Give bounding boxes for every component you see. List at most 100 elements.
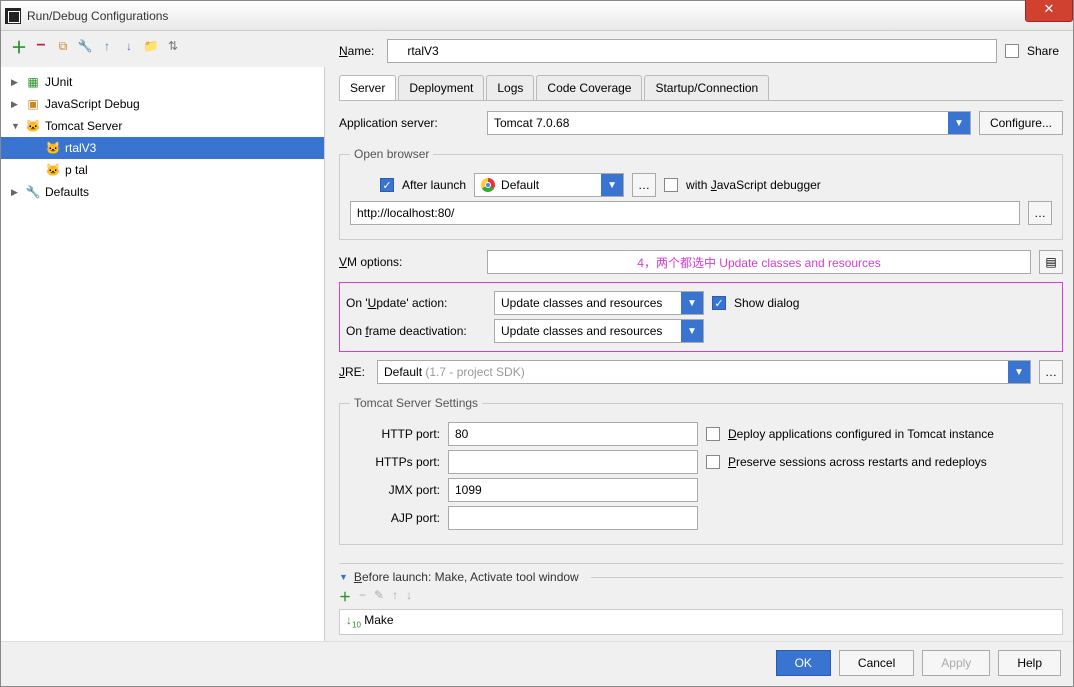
name-field[interactable]: [387, 39, 997, 63]
name-label: Name:: [339, 44, 379, 58]
run-debug-config-dialog: Run/Debug Configurations ✕ ＋ − ⧉ 🔧 ↑ ↓ 📁…: [0, 0, 1074, 687]
browser-select[interactable]: Default ▼: [474, 173, 624, 197]
tomcat-icon: 🐱: [25, 118, 41, 134]
tree-item-portal[interactable]: 🐱p tal: [1, 159, 324, 181]
browser-more-button[interactable]: …: [632, 173, 656, 197]
on-update-select[interactable]: Update classes and resources ▼: [494, 291, 704, 315]
share-label: Share: [1027, 44, 1059, 58]
url-field[interactable]: [350, 201, 1020, 225]
vm-options-label: VM options:: [339, 255, 479, 269]
tab-startup[interactable]: Startup/Connection: [644, 75, 769, 100]
tab-codecoverage[interactable]: Code Coverage: [536, 75, 642, 100]
open-browser-legend: Open browser: [350, 147, 433, 161]
move-down-icon[interactable]: ↓: [121, 38, 137, 54]
config-tree: ▶▦JUnit ▶▣JavaScript Debug ▼🐱Tomcat Serv…: [1, 67, 325, 641]
tomcat-settings-legend: Tomcat Server Settings: [350, 396, 482, 410]
app-server-select[interactable]: Tomcat 7.0.68 ▼: [487, 111, 971, 135]
app-server-label: Application server:: [339, 116, 479, 130]
share-checkbox[interactable]: [1005, 44, 1019, 58]
with-js-checkbox[interactable]: [664, 178, 678, 192]
jre-label: JRE:: [339, 365, 369, 379]
jsdebug-icon: ▣: [25, 96, 41, 112]
vm-options-field[interactable]: 4，两个都选中 Update classes and resources: [487, 250, 1031, 274]
jre-browse-button[interactable]: …: [1039, 360, 1063, 384]
before-launch-list[interactable]: ↓10 Make: [339, 609, 1063, 635]
tree-item-jsdebug[interactable]: ▶▣JavaScript Debug: [1, 93, 324, 115]
tree-item-defaults[interactable]: ▶🔧Defaults: [1, 181, 324, 203]
preserve-label: Preserve sessions across restarts and re…: [728, 455, 987, 469]
dropdown-arrow-icon[interactable]: ▼: [601, 174, 623, 196]
tomcat-settings-group: Tomcat Server Settings HTTP port: Deploy…: [339, 396, 1063, 545]
dropdown-arrow-icon[interactable]: ▼: [681, 292, 703, 314]
move-up-icon[interactable]: ↑: [99, 38, 115, 54]
cancel-button[interactable]: Cancel: [839, 650, 914, 676]
collapse-icon[interactable]: ▼: [339, 572, 348, 582]
https-port-label: HTTPs port:: [350, 455, 440, 469]
right-panel: Server Deployment Logs Code Coverage Sta…: [325, 67, 1073, 641]
tab-deployment[interactable]: Deployment: [398, 75, 484, 100]
tab-bar: Server Deployment Logs Code Coverage Sta…: [339, 75, 1063, 101]
preserve-checkbox[interactable]: [706, 455, 720, 469]
tomcat-run-icon: 🐱: [45, 162, 61, 178]
apply-button[interactable]: Apply: [922, 650, 990, 676]
annotation-box: On 'Update' action: Update classes and r…: [339, 282, 1063, 352]
dropdown-arrow-icon[interactable]: ▼: [681, 320, 703, 342]
add-icon[interactable]: ＋: [11, 38, 27, 54]
bl-down-icon[interactable]: ↓: [406, 588, 412, 605]
with-js-label: with JavaScript debugger: [686, 178, 821, 192]
ajp-port-label: AJP port:: [350, 511, 440, 525]
before-launch-section: ▼ Before launch: Make, Activate tool win…: [339, 563, 1063, 635]
before-launch-title: Before launch: Make, Activate tool windo…: [354, 570, 579, 584]
bl-up-icon[interactable]: ↑: [392, 588, 398, 605]
app-icon: [5, 8, 21, 24]
deploy-label: Deploy applications configured in Tomcat…: [728, 427, 994, 441]
http-port-label: HTTP port:: [350, 427, 440, 441]
show-dialog-checkbox[interactable]: ✓: [712, 296, 726, 310]
url-more-button[interactable]: …: [1028, 201, 1052, 225]
wrench-icon: 🔧: [25, 184, 41, 200]
annotation-text: 4，两个都选中 Update classes and resources: [488, 254, 1030, 271]
chrome-icon: [481, 178, 495, 192]
tree-item-junit[interactable]: ▶▦JUnit: [1, 71, 324, 93]
deploy-checkbox[interactable]: [706, 427, 720, 441]
window-title: Run/Debug Configurations: [27, 9, 168, 23]
open-browser-group: Open browser ✓ After launch Default ▼: [339, 147, 1063, 240]
tab-logs[interactable]: Logs: [486, 75, 534, 100]
tab-server[interactable]: Server: [339, 75, 396, 100]
jre-select[interactable]: Default (1.7 - project SDK) ▼: [377, 360, 1031, 384]
config-toolbar: ＋ − ⧉ 🔧 ↑ ↓ 📁 ⇅: [1, 31, 325, 61]
before-launch-item: Make: [364, 613, 393, 627]
bl-add-icon[interactable]: ＋: [339, 588, 351, 605]
on-update-label: On 'Update' action:: [346, 296, 486, 310]
https-port-field[interactable]: [448, 450, 698, 474]
sort-icon[interactable]: ⇅: [165, 38, 181, 54]
vm-expand-button[interactable]: ▤: [1039, 250, 1063, 274]
make-task-icon: ↓10: [346, 613, 361, 627]
after-launch-checkbox[interactable]: ✓: [380, 178, 394, 192]
on-frame-select[interactable]: Update classes and resources ▼: [494, 319, 704, 343]
jmx-port-field[interactable]: [448, 478, 698, 502]
configure-button[interactable]: Configure...: [979, 111, 1063, 135]
junit-icon: ▦: [25, 74, 41, 90]
jmx-port-label: JMX port:: [350, 483, 440, 497]
ajp-port-field[interactable]: [448, 506, 698, 530]
help-button[interactable]: Help: [998, 650, 1061, 676]
http-port-field[interactable]: [448, 422, 698, 446]
bl-remove-icon[interactable]: −: [359, 588, 366, 605]
copy-icon[interactable]: ⧉: [55, 38, 71, 54]
show-dialog-label: Show dialog: [734, 296, 799, 310]
tree-item-portalv3[interactable]: 🐱 rtalV3: [1, 137, 324, 159]
dropdown-arrow-icon[interactable]: ▼: [1008, 361, 1030, 383]
after-launch-label: After launch: [402, 178, 466, 192]
ok-button[interactable]: OK: [776, 650, 831, 676]
wrench-icon[interactable]: 🔧: [77, 38, 93, 54]
tree-item-tomcat[interactable]: ▼🐱Tomcat Server: [1, 115, 324, 137]
remove-icon[interactable]: −: [33, 38, 49, 54]
close-button[interactable]: ✕: [1025, 0, 1073, 22]
dropdown-arrow-icon[interactable]: ▼: [948, 112, 970, 134]
tomcat-run-icon: 🐱: [45, 140, 61, 156]
bl-edit-icon[interactable]: ✎: [374, 588, 384, 605]
on-frame-label: On frame deactivation:: [346, 324, 486, 338]
folder-icon[interactable]: 📁: [143, 38, 159, 54]
titlebar: Run/Debug Configurations ✕: [1, 1, 1073, 31]
